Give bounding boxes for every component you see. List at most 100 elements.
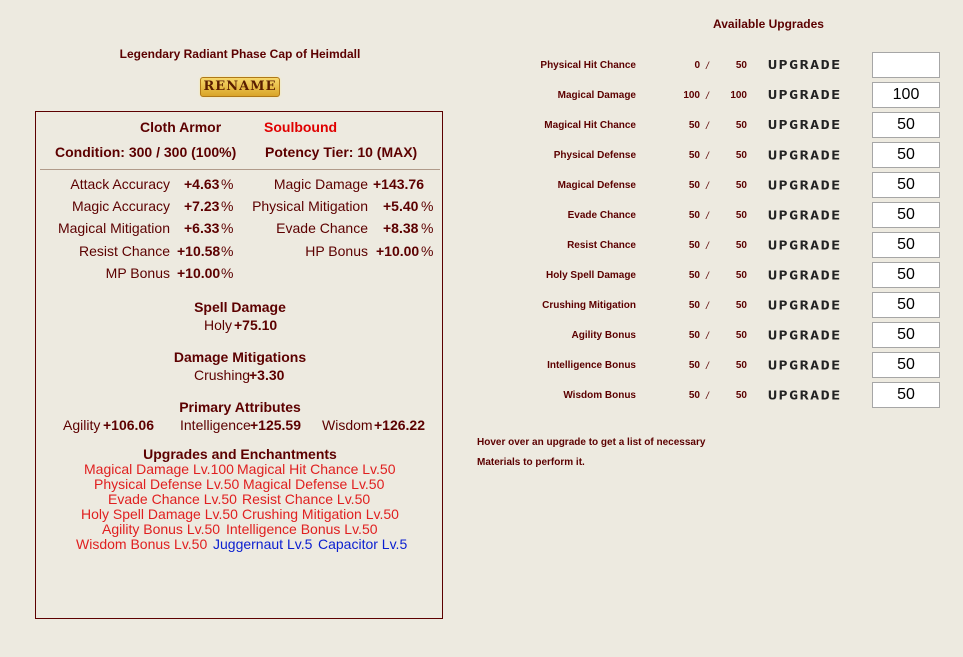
upgrade-button[interactable]: UPGRADE (768, 387, 842, 402)
upgrade-max-level: 50 (735, 300, 747, 311)
soulbound-label: Soulbound (264, 119, 338, 135)
upgrade-max-level: 50 (735, 270, 747, 281)
attribute-value: +106.06 (103, 417, 154, 433)
upgrade-current-level: 50 (688, 240, 700, 251)
divider (40, 169, 440, 170)
stat-value: +10.00 (177, 265, 221, 281)
upgrade-name: Physical Defense (553, 150, 636, 161)
upgrade-max-level: 50 (735, 390, 747, 401)
upgrade-max-level: 50 (735, 60, 747, 71)
upgrade-level-input[interactable] (872, 382, 940, 408)
stat-unit: % (221, 198, 234, 214)
stat-label: Magic Damage (273, 176, 368, 192)
attribute-label: Intelligence (180, 417, 251, 433)
spell-damage-value: +75.10 (234, 317, 278, 333)
level-separator: / (706, 91, 709, 102)
upgrade-button[interactable]: UPGRADE (768, 87, 842, 102)
stat-unit: % (221, 176, 234, 192)
upgrade-level-input[interactable] (872, 82, 940, 108)
upgrade-level-input[interactable] (872, 202, 940, 228)
stat-label: Physical Mitigation (252, 198, 368, 214)
upgrade-name: Magical Damage (557, 90, 636, 101)
upgrade-button[interactable]: UPGRADE (768, 147, 842, 162)
upgrade-button[interactable]: UPGRADE (768, 177, 842, 192)
spell-damage-label: Holy (204, 317, 233, 333)
upgrade-row: Magical Damage 100 / 100 UPGRADE (470, 82, 950, 112)
upgrade-button[interactable]: UPGRADE (768, 297, 842, 312)
upgrade-level-input[interactable] (872, 52, 940, 78)
upgrade-row: Physical Hit Chance 0 / 50 UPGRADE (470, 52, 950, 82)
upgrade-name: Magical Hit Chance (544, 120, 636, 131)
upgrade-current-level: 50 (688, 210, 700, 221)
upgrade-row: Intelligence Bonus 50 / 50 UPGRADE (470, 352, 950, 382)
upgrade-entry: Magical Defense Lv.50 (243, 476, 385, 492)
upgrade-level-input[interactable] (872, 172, 940, 198)
level-separator: / (706, 331, 709, 342)
upgrades-enchantments-heading: Upgrades and Enchantments (143, 446, 337, 462)
level-separator: / (706, 271, 709, 282)
upgrade-button[interactable]: UPGRADE (768, 237, 842, 252)
condition-label: Condition: 300 / 300 (100%) (55, 144, 237, 160)
level-separator: / (706, 61, 709, 72)
upgrade-name: Wisdom Bonus (563, 390, 636, 401)
level-separator: / (706, 181, 709, 192)
upgrade-current-level: 50 (688, 330, 700, 341)
upgrade-button[interactable]: UPGRADE (768, 267, 842, 282)
level-separator: / (706, 211, 709, 222)
stat-unit: % (421, 220, 434, 236)
upgrade-max-level: 50 (735, 120, 747, 131)
enchantment-entry: Capacitor Lv.5 (318, 536, 408, 552)
upgrade-name: Resist Chance (567, 240, 636, 251)
primary-attributes-heading: Primary Attributes (179, 399, 301, 415)
upgrade-button[interactable]: UPGRADE (768, 117, 842, 132)
upgrade-name: Agility Bonus (571, 330, 636, 341)
potency-tier-label: Potency Tier: 10 (MAX) (265, 144, 418, 160)
upgrade-button[interactable]: UPGRADE (768, 357, 842, 372)
upgrade-max-level: 50 (735, 360, 747, 371)
mitigation-label: Crushing (194, 367, 251, 383)
upgrade-level-input[interactable] (872, 292, 940, 318)
upgrade-row: Magical Defense 50 / 50 UPGRADE (470, 172, 950, 202)
upgrade-button[interactable]: UPGRADE (768, 207, 842, 222)
upgrade-max-level: 50 (735, 150, 747, 161)
upgrade-current-level: 50 (688, 390, 700, 401)
stat-value: +10.00 (376, 243, 420, 259)
stat-value: +7.23 (184, 198, 220, 214)
upgrade-row: Holy Spell Damage 50 / 50 UPGRADE (470, 262, 950, 292)
upgrade-name: Holy Spell Damage (545, 270, 636, 281)
upgrade-max-level: 50 (735, 330, 747, 341)
upgrade-level-input[interactable] (872, 262, 940, 288)
upgrade-row: Wisdom Bonus 50 / 50 UPGRADE (470, 382, 950, 412)
attribute-label: Wisdom (322, 417, 373, 433)
stat-unit: % (421, 243, 434, 259)
rename-button[interactable]: RENAME (200, 77, 280, 97)
upgrade-current-level: 0 (694, 60, 700, 71)
upgrade-row: Resist Chance 50 / 50 UPGRADE (470, 232, 950, 262)
upgrade-level-input[interactable] (872, 232, 940, 258)
level-separator: / (706, 151, 709, 162)
stat-value: +4.63 (184, 176, 220, 192)
upgrade-row: Crushing Mitigation 50 / 50 UPGRADE (470, 292, 950, 322)
upgrade-name: Crushing Mitigation (542, 300, 636, 311)
spell-damage-heading: Spell Damage (194, 299, 286, 315)
stat-label: Magical Mitigation (57, 220, 170, 236)
upgrade-level-input[interactable] (872, 322, 940, 348)
upgrade-level-input[interactable] (872, 352, 940, 378)
upgrade-level-input[interactable] (872, 142, 940, 168)
hover-hint-line: Hover over an upgrade to get a list of n… (477, 437, 706, 448)
stat-label: Attack Accuracy (70, 176, 170, 192)
stat-label: MP Bonus (105, 265, 170, 281)
upgrade-button[interactable]: UPGRADE (768, 327, 842, 342)
level-separator: / (706, 301, 709, 312)
attribute-value: +125.59 (250, 417, 301, 433)
upgrade-entry: Resist Chance Lv.50 (242, 491, 371, 507)
upgrade-button[interactable]: UPGRADE (768, 57, 842, 72)
stat-label: Magic Accuracy (71, 198, 170, 214)
upgrade-current-level: 50 (688, 120, 700, 131)
stat-unit: % (221, 220, 234, 236)
upgrade-entry: Intelligence Bonus Lv.50 (226, 521, 378, 537)
level-separator: / (706, 241, 709, 252)
available-upgrades-title: Available Upgrades (713, 17, 824, 31)
upgrade-entry: Evade Chance Lv.50 (108, 491, 237, 507)
upgrade-level-input[interactable] (872, 112, 940, 138)
